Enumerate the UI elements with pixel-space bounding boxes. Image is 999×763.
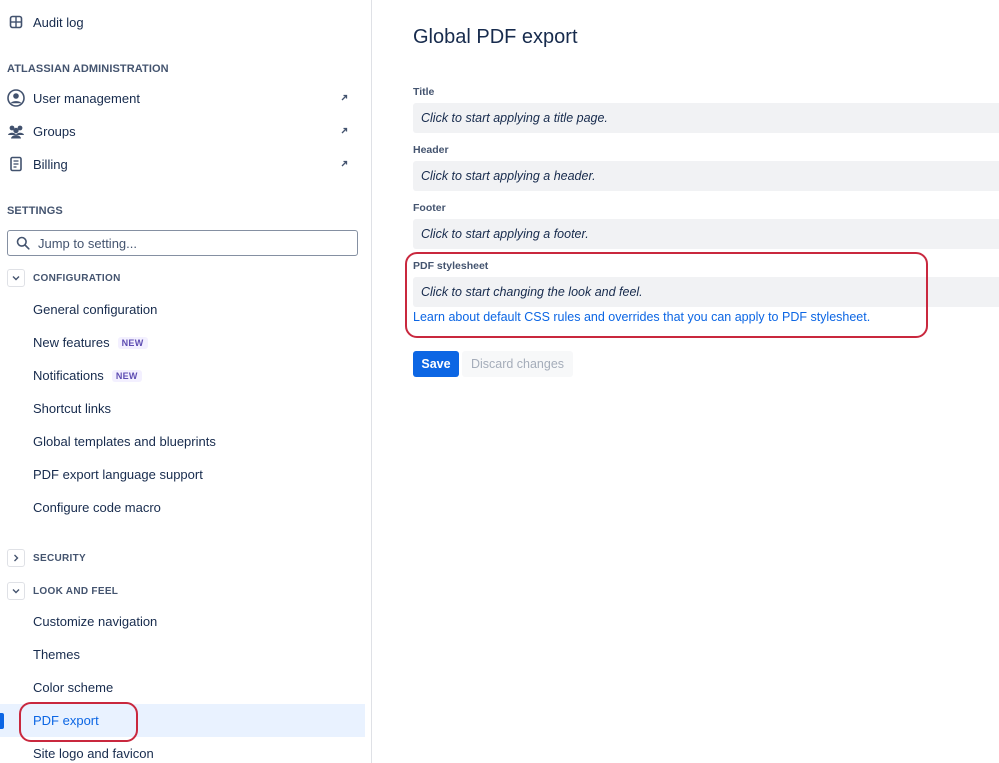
sidebar-item-label: User management: [33, 90, 140, 106]
sidebar-item-label: Site logo and favicon: [33, 746, 154, 761]
grid-icon: [7, 13, 25, 31]
sidebar-item-notifications[interactable]: Notifications NEW: [0, 359, 365, 392]
group-configuration[interactable]: CONFIGURATION: [7, 267, 365, 289]
sidebar-item-label: Global templates and blueprints: [33, 434, 216, 449]
sidebar-item-label: Groups: [33, 123, 76, 139]
chevron-right-icon[interactable]: [7, 549, 25, 567]
header-field-input[interactable]: Click to start applying a header.: [413, 161, 999, 191]
group-look-and-feel[interactable]: LOOK AND FEEL: [7, 580, 365, 602]
sidebar-item-label: Shortcut links: [33, 401, 112, 416]
settings-sidebar: Audit log ATLASSIAN ADMINISTRATION User …: [0, 0, 372, 763]
page-title: Global PDF export: [413, 26, 578, 48]
new-badge: NEW: [117, 336, 148, 349]
group-look-and-feel-label: LOOK AND FEEL: [33, 585, 119, 597]
discard-changes-button[interactable]: Discard changes: [462, 351, 573, 377]
settings-heading: SETTINGS: [7, 205, 63, 217]
sidebar-item-label: Themes: [33, 647, 80, 662]
header-field-label: Header: [413, 144, 449, 156]
sidebar-item-general-configuration[interactable]: General configuration: [0, 293, 365, 326]
receipt-icon: [7, 155, 25, 173]
sidebar-item-customize-navigation[interactable]: Customize navigation: [0, 605, 365, 638]
chevron-down-icon[interactable]: [7, 269, 25, 287]
sidebar-item-billing[interactable]: Billing: [7, 148, 365, 180]
chevron-down-icon[interactable]: [7, 582, 25, 600]
sidebar-item-site-logo-favicon[interactable]: Site logo and favicon: [0, 737, 365, 763]
sidebar-item-configure-code-macro[interactable]: Configure code macro: [0, 491, 365, 524]
sidebar-item-audit-log[interactable]: Audit log: [7, 6, 365, 38]
sidebar-item-global-templates[interactable]: Global templates and blueprints: [0, 425, 365, 458]
external-link-icon: [339, 91, 351, 103]
footer-field-input[interactable]: Click to start applying a footer.: [413, 219, 999, 249]
pdf-stylesheet-field-label: PDF stylesheet: [413, 260, 489, 272]
sidebar-item-label: New features: [33, 335, 110, 350]
external-link-icon: [339, 157, 351, 169]
new-badge: NEW: [111, 369, 142, 382]
person-icon: [7, 89, 25, 107]
sidebar-item-label: PDF export language support: [33, 467, 203, 482]
sidebar-item-pdf-export[interactable]: PDF export: [0, 704, 365, 737]
title-field-label: Title: [413, 86, 435, 98]
selected-indicator: [0, 713, 4, 729]
main-content: Global PDF export Title Click to start a…: [405, 0, 999, 763]
sidebar-item-label: Color scheme: [33, 680, 114, 695]
sidebar-item-label: General configuration: [33, 302, 158, 317]
group-security-label: SECURITY: [33, 552, 86, 564]
sidebar-item-themes[interactable]: Themes: [0, 638, 365, 671]
sidebar-item-shortcut-links[interactable]: Shortcut links: [0, 392, 365, 425]
sidebar-item-label: Audit log: [33, 14, 84, 30]
group-configuration-label: CONFIGURATION: [33, 272, 121, 284]
sidebar-item-label: PDF export: [33, 713, 99, 728]
css-rules-help-link[interactable]: Learn about default CSS rules and overri…: [413, 310, 870, 324]
save-button[interactable]: Save: [413, 351, 459, 377]
group-security[interactable]: SECURITY: [7, 547, 365, 569]
sidebar-item-color-scheme[interactable]: Color scheme: [0, 671, 365, 704]
sidebar-item-label: Billing: [33, 156, 68, 172]
sidebar-item-pdf-export-language[interactable]: PDF export language support: [0, 458, 365, 491]
atlassian-administration-heading: ATLASSIAN ADMINISTRATION: [7, 63, 169, 75]
settings-search-input[interactable]: [38, 235, 338, 251]
sidebar-item-groups[interactable]: Groups: [7, 115, 365, 147]
footer-field-label: Footer: [413, 202, 446, 214]
sidebar-item-label: Configure code macro: [33, 500, 161, 515]
search-icon: [16, 236, 30, 250]
sidebar-item-new-features[interactable]: New features NEW: [0, 326, 365, 359]
people-icon: [7, 122, 25, 140]
title-field-input[interactable]: Click to start applying a title page.: [413, 103, 999, 133]
settings-search[interactable]: [7, 230, 358, 256]
pdf-stylesheet-field-input[interactable]: Click to start changing the look and fee…: [413, 277, 999, 307]
sidebar-item-user-management[interactable]: User management: [7, 82, 365, 114]
sidebar-item-label: Customize navigation: [33, 614, 158, 629]
external-link-icon: [339, 124, 351, 136]
sidebar-item-label: Notifications: [33, 368, 104, 383]
